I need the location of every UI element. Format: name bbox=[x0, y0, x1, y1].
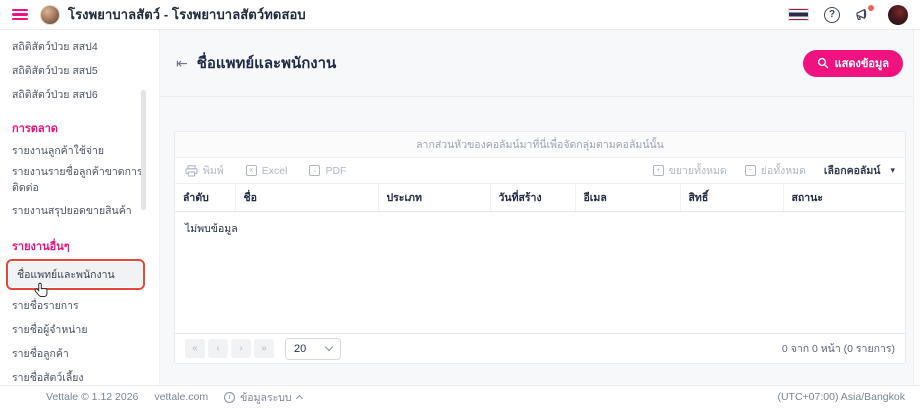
collapse-all-button[interactable]: − ย่อทั้งหมด bbox=[744, 162, 806, 179]
group-by-drop-area[interactable]: ลากส่วนหัวของคอลัมน์มาที่นี่เพื่อจัดกลุ่… bbox=[175, 132, 905, 158]
expand-all-label: ขยายทั้งหมด bbox=[668, 165, 727, 177]
excel-label: Excel bbox=[261, 164, 288, 177]
show-data-button-label: แสดงข้อมูล bbox=[834, 58, 889, 70]
chevron-down-icon bbox=[324, 342, 334, 352]
first-page-button[interactable]: « bbox=[185, 339, 205, 358]
page-size-select[interactable]: 20 bbox=[285, 337, 341, 360]
printer-icon bbox=[185, 164, 198, 177]
sidebar-item-doctors-and-staff[interactable]: ชื่อแพทย์และพนักงาน bbox=[9, 262, 142, 287]
notification-badge bbox=[868, 4, 874, 11]
app-window: โรงพยาบาลสัตว์ - โรงพยาบาลสัตว์ทดสอบ ? ส… bbox=[0, 0, 920, 408]
sidebar-item-customer-list[interactable]: รายชื่อลูกค้า bbox=[0, 341, 159, 365]
hospital-title: โรงพยาบาลสัตว์ - โรงพยาบาลสัตว์ทดสอบ bbox=[68, 7, 306, 22]
chevron-up-icon bbox=[295, 394, 303, 402]
sidebar-item-stat-ssp5[interactable]: สถิติสัตว์ป่วย สสป5 bbox=[0, 58, 159, 82]
footer-copyright: Vettale © 1.12 2026 bbox=[46, 391, 139, 403]
expand-all-button[interactable]: + ขยายทั้งหมด bbox=[652, 162, 727, 179]
clinic-logo-avatar[interactable] bbox=[40, 4, 60, 25]
choose-columns-label: เลือกคอลัมน์ bbox=[823, 165, 881, 177]
collapse-sidebar-icon[interactable]: ⇤ bbox=[176, 56, 188, 70]
announcements-button[interactable] bbox=[855, 4, 874, 23]
chevron-down-icon: ▾ bbox=[890, 165, 895, 175]
sidebar-item-customer-spending-report[interactable]: รายงานลูกค้าใช้จ่าย bbox=[0, 138, 159, 162]
next-page-button[interactable]: › bbox=[231, 339, 251, 358]
grid-body-blank bbox=[175, 245, 905, 333]
system-info-toggle[interactable]: i ข้อมูลระบบ bbox=[224, 389, 303, 406]
sidebar-item-lost-contact-customers-report[interactable]: รายงานรายชื่อลูกค้าขาดการติดต่อ bbox=[0, 162, 159, 198]
sidebar-item-stat-ssp6[interactable]: สถิติสัตว์ป่วย สสป6 bbox=[0, 82, 159, 106]
page-size-value: 20 bbox=[294, 342, 307, 355]
page-header: ⇤ ชื่อแพทย์และพนักงาน แสดงข้อมูล bbox=[160, 30, 913, 97]
grid-table: ลำดับ ชื่อ ประเภท วันที่สร้าง อีเมล สิทธ… bbox=[175, 183, 905, 212]
page-title: ชื่อแพทย์และพนักงาน bbox=[196, 55, 337, 72]
hamburger-menu-icon[interactable] bbox=[12, 8, 28, 21]
grid-empty-message: ไม่พบข้อมูล bbox=[185, 223, 238, 235]
column-header-order[interactable]: ลำดับ bbox=[175, 183, 236, 212]
last-page-button[interactable]: » bbox=[254, 339, 274, 358]
sidebar-section-marketing: การตลาด bbox=[12, 123, 58, 135]
export-excel-button[interactable]: x Excel bbox=[245, 164, 288, 177]
pdf-file-icon: ↓ bbox=[309, 165, 321, 176]
sidebar-active-item-highlight: ชื่อแพทย์และพนักงาน bbox=[6, 259, 145, 297]
grid-toolbar: พิมพ์ x Excel ↓ PDF + ขยายทั้งหมด − ย่อท… bbox=[175, 158, 905, 183]
sidebar-section-other-reports: รายงานอื่นๆ bbox=[12, 241, 70, 253]
top-header: โรงพยาบาลสัตว์ - โรงพยาบาลสัตว์ทดสอบ ? bbox=[0, 0, 920, 30]
sidebar-item-supplier-list[interactable]: รายชื่อผู้จำหน่าย bbox=[0, 317, 159, 341]
timezone-label: (UTC+07:00) Asia/Bangkok bbox=[777, 391, 905, 403]
export-pdf-button[interactable]: ↓ PDF bbox=[309, 165, 346, 177]
info-icon: i bbox=[224, 391, 236, 403]
sidebar-item-stat-ssp4[interactable]: สถิติสัตว์ป่วย สสป4 bbox=[0, 34, 159, 58]
expand-all-icon: + bbox=[652, 165, 664, 176]
grid-header-row: ลำดับ ชื่อ ประเภท วันที่สร้าง อีเมล สิทธ… bbox=[175, 183, 905, 212]
column-header-email[interactable]: อีเมล bbox=[575, 183, 681, 212]
search-icon bbox=[817, 57, 828, 69]
pdf-label: PDF bbox=[325, 164, 347, 177]
main-content: ⇤ ชื่อแพทย์และพนักงาน แสดงข้อมูล ลากส่วน… bbox=[160, 30, 913, 385]
grid-pagination: « ‹ › » 20 0 จาก 0 หน้า (0 รายการ) bbox=[175, 333, 905, 363]
footer: Vettale © 1.12 2026 vettale.com i ข้อมูล… bbox=[0, 385, 920, 408]
choose-columns-button[interactable]: เลือกคอลัมน์ ▾ bbox=[824, 162, 895, 179]
column-header-created-date[interactable]: วันที่สร้าง bbox=[490, 183, 576, 212]
hand-cursor-icon bbox=[34, 282, 48, 297]
sidebar-scrollbar[interactable] bbox=[141, 90, 146, 210]
sidebar-item-product-sales-summary-report[interactable]: รายงานสรุปยอดขายสินค้า bbox=[0, 198, 159, 222]
sidebar: สถิติสัตว์ป่วย สสป4 สถิติสัตว์ป่วย สสป5 … bbox=[0, 30, 160, 408]
print-button[interactable]: พิมพ์ bbox=[185, 162, 224, 179]
page-scrollbar-track[interactable] bbox=[913, 30, 920, 385]
excel-file-icon: x bbox=[245, 165, 257, 176]
collapse-all-icon: − bbox=[744, 165, 756, 176]
thai-flag-icon[interactable] bbox=[788, 8, 809, 21]
data-grid: ลากส่วนหัวของคอลัมน์มาที่นี่เพื่อจัดกลุ่… bbox=[174, 131, 906, 364]
system-info-label: ข้อมูลระบบ bbox=[240, 391, 292, 404]
sidebar-item-item-list[interactable]: รายชื่อรายการ bbox=[0, 293, 159, 317]
show-data-button[interactable]: แสดงข้อมูล bbox=[802, 49, 903, 77]
header-actions: ? bbox=[788, 4, 908, 25]
prev-page-button[interactable]: ‹ bbox=[208, 339, 228, 358]
user-avatar[interactable] bbox=[888, 4, 908, 25]
column-header-status[interactable]: สถานะ bbox=[783, 183, 905, 212]
grid-toolbar-right: + ขยายทั้งหมด − ย่อทั้งหมด เลือกคอลัมน์ … bbox=[635, 162, 895, 179]
footer-site-link[interactable]: vettale.com bbox=[154, 391, 208, 403]
column-header-permission[interactable]: สิทธิ์ bbox=[680, 183, 784, 212]
help-icon[interactable]: ? bbox=[824, 6, 840, 23]
pagination-summary: 0 จาก 0 หน้า (0 รายการ) bbox=[781, 343, 895, 355]
print-label: พิมพ์ bbox=[203, 165, 224, 177]
column-header-type[interactable]: ประเภท bbox=[378, 183, 491, 212]
column-header-name[interactable]: ชื่อ bbox=[235, 183, 379, 212]
collapse-all-label: ย่อทั้งหมด bbox=[760, 165, 806, 177]
